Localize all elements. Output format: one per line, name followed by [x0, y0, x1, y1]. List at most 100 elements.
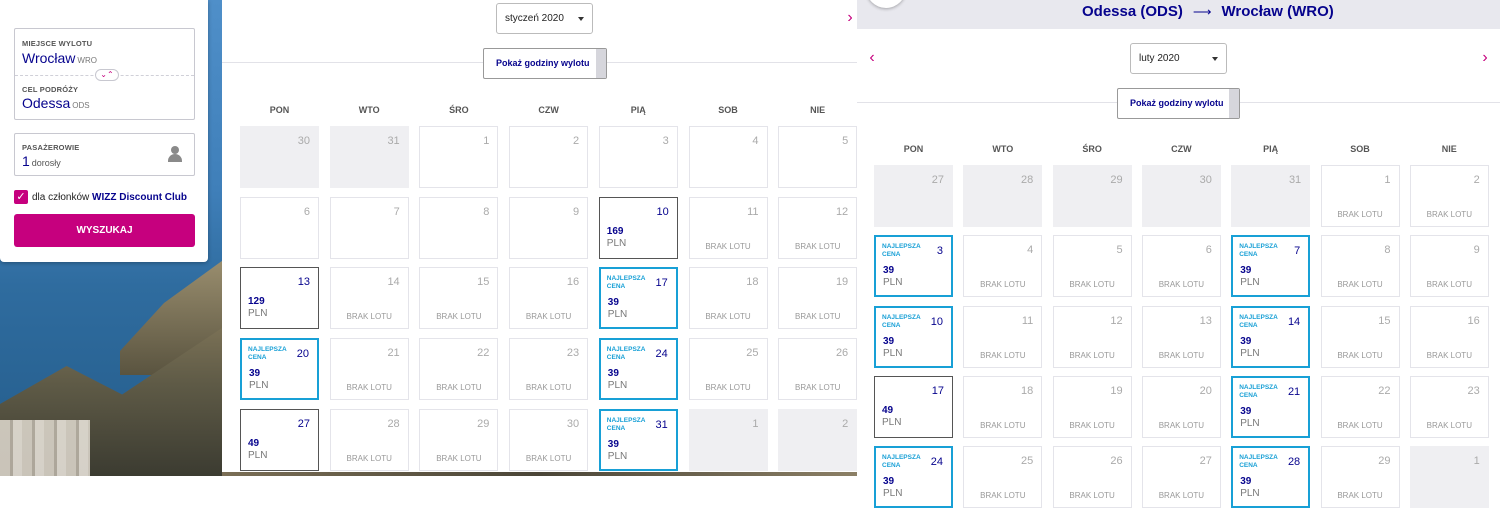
day-number: 17 [931, 384, 944, 397]
day-number: 13 [297, 276, 310, 289]
price-value: 39 [1240, 335, 1252, 347]
calendar-day-cell[interactable]: 28 NAJLEPSZA CENA 39 PLN [1231, 446, 1311, 508]
origin-code: WRO [77, 56, 97, 65]
calendar-day-cell: 15 BRAK LOTU [419, 267, 499, 330]
price-currency: PLN [883, 488, 903, 500]
route-fields: MIEJSCE WYLOTU Wrocław WRO ⌄⌃ CEL PODRÓŻY… [14, 28, 195, 120]
day-number: 29 [1378, 455, 1391, 468]
calendar-day-cell[interactable]: 20 NAJLEPSZA CENA 39 PLN [240, 338, 319, 401]
swap-icon[interactable]: ⌄⌃ [95, 69, 119, 81]
day-number: 6 [303, 205, 310, 218]
calendar-day-cell[interactable]: 10 NAJLEPSZA CENA 39 PLN [874, 305, 953, 368]
calendar-day-cell[interactable]: 13 129 PLN [240, 267, 319, 330]
weekday-label: ŚRO [1082, 144, 1102, 154]
next-month-arrow-february[interactable]: › [1479, 48, 1491, 68]
day-number: 26 [835, 347, 849, 360]
day-number: 17 [655, 277, 668, 290]
calendar-day-cell[interactable]: 14 NAJLEPSZA CENA 39 PLN [1231, 305, 1311, 368]
destination-city: Odessa [22, 95, 71, 111]
month-select-january[interactable]: styczeń 2020 [496, 3, 593, 34]
day-number: 19 [835, 276, 849, 289]
day-number: 23 [566, 347, 580, 360]
show-departure-times-button[interactable]: Pokaż godziny wylotu [483, 48, 607, 79]
passengers-field[interactable]: PASAŻEROWIE 1 dorosły [14, 133, 195, 176]
passengers-label: PASAŻEROWIE [22, 143, 80, 152]
no-flight-label: BRAK LOTU [1337, 350, 1383, 360]
chevron-down-icon [578, 17, 584, 21]
calendar-day-cell: 27 BRAK LOTU [1141, 446, 1221, 508]
day-number: 22 [477, 347, 490, 360]
calendar-day-cell: 27 [874, 165, 953, 227]
price-currency: PLN [1240, 347, 1260, 359]
route-header: Odessa (ODS) ⟶ Wrocław (WRO) [857, 0, 1500, 29]
best-price-badge: NAJLEPSZA CENA [1239, 243, 1278, 259]
day-number: 4 [1027, 244, 1034, 257]
price-value: 49 [882, 404, 894, 416]
chevron-right-icon: › [847, 9, 853, 26]
no-flight-label: BRAK LOTU [1426, 420, 1472, 430]
calendar-day-cell: 26 BRAK LOTU [778, 338, 858, 401]
calendar-day-cell: 6 [240, 196, 319, 259]
day-number: 20 [1199, 384, 1212, 397]
no-flight-label: BRAK LOTU [980, 350, 1026, 360]
weekday-label: CZW [1171, 144, 1192, 154]
show-departure-times-button[interactable]: Pokaż godziny wylotu [1117, 88, 1240, 119]
day-number: 10 [656, 205, 669, 218]
destination-field[interactable]: Odessa ODS [22, 95, 90, 111]
calendar-day-cell[interactable]: 31 NAJLEPSZA CENA 39 PLN [598, 408, 678, 471]
day-number: 2 [842, 417, 849, 430]
day-number: 30 [566, 417, 580, 430]
chevron-down-icon [1212, 57, 1218, 61]
day-number: 1 [752, 417, 759, 430]
calendar-february: ‹ luty 2020 › Pokaż godziny wylotu PON WT… [857, 29, 1500, 508]
day-number: 30 [1199, 174, 1212, 186]
calendar-day-cell[interactable]: 17 NAJLEPSZA CENA 39 PLN [598, 267, 678, 330]
weekday-label: PON [903, 144, 924, 154]
no-flight-label: BRAK LOTU [1426, 280, 1472, 290]
arrow-right-icon: ⟶ [1192, 4, 1212, 19]
destination-label: CEL PODRÓŻY [22, 85, 79, 94]
origin-field[interactable]: Wrocław WRO [22, 50, 97, 66]
day-number: 24 [930, 456, 943, 469]
next-month-arrow-january[interactable]: › [844, 8, 856, 28]
day-number: 7 [1294, 245, 1301, 258]
no-flight-label: BRAK LOTU [1158, 420, 1205, 430]
no-flight-label: BRAK LOTU [1426, 210, 1472, 219]
calendar-day-cell[interactable]: 7 NAJLEPSZA CENA 39 PLN [1231, 235, 1311, 298]
calendar-day-cell: 9 BRAK LOTU [1409, 235, 1489, 298]
day-number: 3 [936, 245, 943, 258]
discount-club-name: WIZZ Discount Club [92, 191, 188, 203]
calendar-day-cell[interactable]: 17 49 PLN [874, 375, 953, 438]
day-number: 22 [1378, 384, 1391, 397]
no-flight-label: BRAK LOTU [980, 491, 1026, 501]
weekday-label: ŚRO [449, 105, 469, 115]
search-button[interactable]: WYSZUKAJ [14, 214, 195, 247]
price-value: 39 [249, 368, 261, 380]
calendar-day-cell[interactable]: 24 NAJLEPSZA CENA 39 PLN [598, 338, 678, 401]
day-number: 16 [1467, 314, 1480, 327]
origin-city: Wrocław [22, 50, 76, 66]
calendar-day-cell: 1 [419, 126, 499, 188]
calendar-day-cell[interactable]: 27 49 PLN [240, 408, 319, 471]
calendar-day-cell: 14 BRAK LOTU [329, 267, 409, 330]
calendar-day-cell[interactable]: 21 NAJLEPSZA CENA 39 PLN [1231, 375, 1311, 438]
hero-town-shape [0, 420, 90, 476]
calendar-day-cell[interactable]: 10 169 PLN [598, 196, 678, 259]
calendar-day-cell[interactable]: 24 NAJLEPSZA CENA 39 PLN [874, 446, 953, 508]
price-value: 39 [607, 368, 619, 380]
month-select-february[interactable]: luty 2020 [1130, 43, 1227, 74]
discount-club-checkbox[interactable]: ✓ [14, 190, 28, 204]
price-currency: PLN [248, 449, 268, 461]
price-currency: PLN [883, 347, 903, 359]
calendar-day-cell[interactable]: 3 NAJLEPSZA CENA 39 PLN [874, 235, 953, 298]
price-value: 169 [606, 225, 624, 237]
calendar-day-cell: 26 BRAK LOTU [1052, 446, 1132, 508]
day-number: 9 [1473, 244, 1480, 257]
route-to: Wrocław (WRO) [1221, 3, 1334, 20]
calendar-day-cell: 11 BRAK LOTU [688, 196, 768, 259]
day-number: 14 [1287, 315, 1301, 328]
no-flight-label: BRAK LOTU [525, 453, 572, 463]
prev-month-arrow-february[interactable]: ‹ [866, 48, 878, 68]
discount-club-option[interactable]: ✓ dla członków WIZZ Discount Club [14, 189, 187, 205]
day-number: 8 [483, 205, 490, 218]
